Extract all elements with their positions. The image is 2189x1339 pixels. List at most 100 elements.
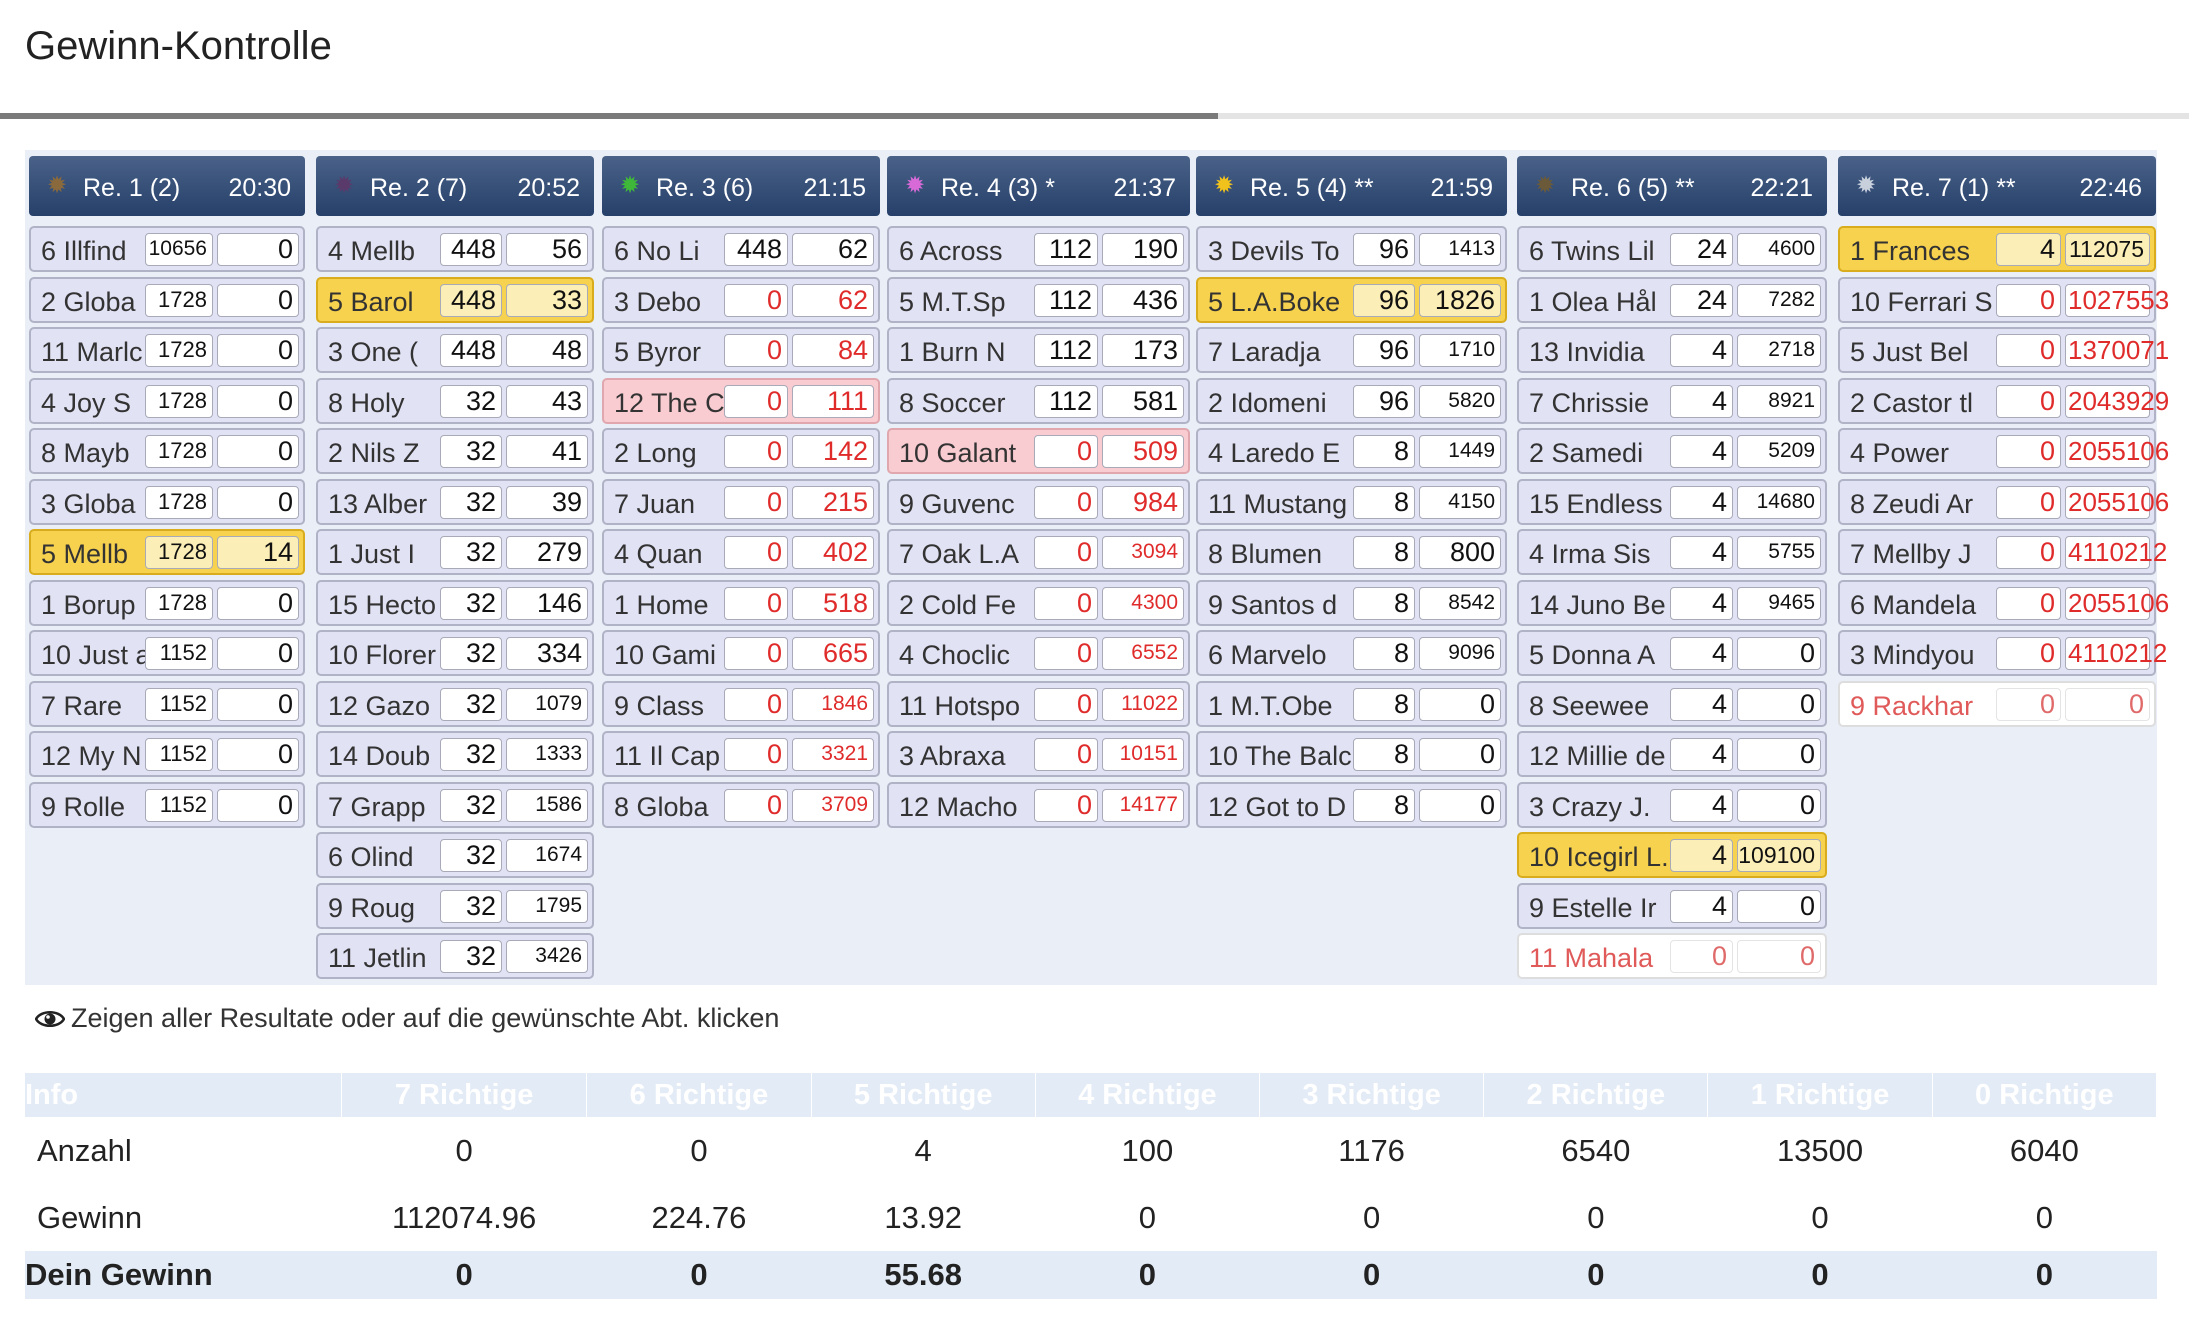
horse-row[interactable]: 10 The Balc 8 0: [1196, 731, 1507, 777]
horse-row[interactable]: 6 Twins Lil 24 4600: [1517, 226, 1827, 272]
horse-row[interactable]: 13 Alber 32 39: [316, 478, 594, 525]
horse-row[interactable]: 7 Rare 1152 0: [29, 680, 305, 727]
horse-row[interactable]: 3 Mindyou 0 4110212: [1838, 630, 2167, 676]
horse-row[interactable]: 11 Mahala 0 0: [1517, 933, 1827, 979]
horse-row[interactable]: 11 Jetlin 32 3426: [316, 933, 594, 979]
horse-row[interactable]: 12 My N 1152 0: [29, 731, 305, 777]
horse-row[interactable]: 5 Mellb 1728 14: [29, 529, 305, 575]
horse-row[interactable]: 4 Mellb 448 56: [316, 226, 594, 272]
horse-row[interactable]: 5 Byror 0 84: [602, 327, 880, 373]
horse-row[interactable]: 11 Hotspo 0 11022: [887, 680, 1190, 727]
horse-row[interactable]: 4 Choclic 0 6552: [887, 630, 1190, 676]
horse-row[interactable]: 6 No Li 448 62: [602, 226, 880, 272]
show-all-results-hint[interactable]: Zeigen aller Resultate oder auf die gewü…: [34, 1003, 779, 1034]
race-header-tab[interactable]: ✹ Re. 7 (1) ** 22:46: [1838, 156, 2156, 216]
horse-row[interactable]: 6 Olind 32 1674: [316, 832, 594, 878]
horse-row[interactable]: 6 Across 112 190: [887, 226, 1190, 272]
horse-odds-value: 2718: [1737, 334, 1821, 367]
horse-row[interactable]: 3 Devils To 96 1413: [1196, 226, 1507, 272]
horse-row[interactable]: 8 Soccer 112 581: [887, 377, 1190, 424]
horse-row[interactable]: 6 Illfind 10656 0: [29, 226, 305, 272]
horse-row[interactable]: 10 Gami 0 665: [602, 630, 880, 676]
horse-row[interactable]: 10 Galant 0 509: [887, 428, 1190, 474]
horse-row[interactable]: 2 Idomeni 96 5820: [1196, 377, 1507, 424]
horse-row[interactable]: 7 Mellby J 0 4110212: [1838, 529, 2167, 575]
horse-row[interactable]: 8 Holy 32 43: [316, 377, 594, 424]
horse-row[interactable]: 5 Just Bel 0 1370071: [1838, 327, 2169, 373]
horse-row[interactable]: 6 Marvelo 8 9096: [1196, 630, 1507, 676]
horse-row[interactable]: 1 Frances 4 112075: [1838, 226, 2156, 272]
horse-row[interactable]: 7 Oak L.A 0 3094: [887, 529, 1190, 575]
horse-row[interactable]: 1 Just I 32 279: [316, 529, 594, 575]
horse-odds-value: 0: [1419, 788, 1501, 822]
horse-row[interactable]: 9 Roug 32 1795: [316, 882, 594, 929]
horse-row[interactable]: 3 Crazy J. 4 0: [1517, 781, 1827, 828]
horse-row[interactable]: 1 Borup 1728 0: [29, 579, 305, 626]
horse-row[interactable]: 8 Globa 0 3709: [602, 781, 880, 828]
horse-row[interactable]: 7 Laradja 96 1710: [1196, 327, 1507, 373]
horse-row[interactable]: 12 Macho 0 14177: [887, 781, 1190, 828]
race-header-tab[interactable]: ✹ Re. 1 (2) 20:30: [29, 156, 305, 216]
horse-row[interactable]: 5 Donna A 40: [1517, 630, 1827, 676]
horse-row[interactable]: 7 Grapp 32 1586: [316, 781, 594, 828]
horse-row[interactable]: 3 One (448 48: [316, 327, 594, 373]
horse-row[interactable]: 4 Joy S 1728 0: [29, 377, 305, 424]
horse-row[interactable]: 9 Guvenc 0 984: [887, 478, 1190, 525]
horse-row[interactable]: 12 Got to D80: [1196, 781, 1507, 828]
horse-row[interactable]: 15 Endless 4 14680: [1517, 478, 1827, 525]
horse-row[interactable]: 2 Nils Z 32 41: [316, 428, 594, 474]
horse-row[interactable]: 9 Class 0 1846: [602, 680, 880, 727]
horse-row[interactable]: 10 Icegirl L. 4 109100: [1517, 832, 1827, 878]
horse-row[interactable]: 10 Ferrari S 0 1027553: [1838, 276, 2169, 323]
horse-row[interactable]: 2 Cold Fe 0 4300: [887, 579, 1190, 626]
horse-row[interactable]: 12 The C 0 111: [602, 377, 880, 424]
horse-row[interactable]: 11 Marlc 1728 0: [29, 327, 305, 373]
horse-row[interactable]: 8 Seewee 4 0: [1517, 680, 1827, 727]
horse-row[interactable]: 2 Samedi 4 5209: [1517, 428, 1827, 474]
horse-row[interactable]: 9 Rackhar 0 0: [1838, 680, 2156, 727]
horse-row[interactable]: 5 Barol 448 33: [316, 276, 594, 323]
horse-row[interactable]: 5 L.A.Boke 96 1826: [1196, 276, 1507, 323]
horse-row[interactable]: 9 Rolle 1152 0: [29, 781, 305, 828]
horse-row[interactable]: 8 Mayb 1728 0: [29, 428, 305, 474]
horse-row[interactable]: 12 Gazo 32 1079: [316, 680, 594, 727]
horse-row[interactable]: 14 Juno Be 4 9465: [1517, 579, 1827, 626]
horse-row[interactable]: 3 Debo 0 62: [602, 276, 880, 323]
horse-row[interactable]: 5 M.T.Sp 112 436: [887, 276, 1190, 323]
horse-row[interactable]: 10 Just a 1152 0: [29, 630, 305, 676]
horse-combination-count: 0: [1996, 384, 2061, 418]
horse-row[interactable]: 3 Abraxa 0 10151: [887, 731, 1190, 777]
horse-row[interactable]: 2 Long 0 142: [602, 428, 880, 474]
race-header-tab[interactable]: ✹ Re. 2 (7) 20:52: [316, 156, 594, 216]
horse-row[interactable]: 1 Burn N 112 173: [887, 327, 1190, 373]
horse-row[interactable]: 4 Laredo E 8 1449: [1196, 428, 1507, 474]
horse-row[interactable]: 7 Chrissie 4 8921: [1517, 377, 1827, 424]
horse-row[interactable]: 9 Santos d 8 8542: [1196, 579, 1507, 626]
horse-row[interactable]: 12 Millie de 4 0: [1517, 731, 1827, 777]
horse-row[interactable]: 8 Zeudi Ar 0 2055106: [1838, 478, 2169, 525]
horse-row[interactable]: 4 Irma Sis 4 5755: [1517, 529, 1827, 575]
race-header-tab[interactable]: ✹ Re. 6 (5) ** 22:21: [1517, 156, 1827, 216]
horse-row[interactable]: 1 M.T.Obe 8 0: [1196, 680, 1507, 727]
horse-row[interactable]: 15 Hecto 32 146: [316, 579, 594, 626]
your-winnings-cell: 0: [1483, 1251, 1708, 1299]
horse-row[interactable]: 8 Blumen 8 800: [1196, 529, 1507, 575]
horse-row[interactable]: 13 Invidia 4 2718: [1517, 327, 1827, 373]
horse-row[interactable]: 1 Home 0 518: [602, 579, 880, 626]
horse-row[interactable]: 3 Globa 1728 0: [29, 478, 305, 525]
horse-row[interactable]: 4 Quan 0 402: [602, 529, 880, 575]
horse-row[interactable]: 4 Power 0 2055106: [1838, 428, 2169, 474]
horse-row[interactable]: 1 Olea Hål 24 7282: [1517, 276, 1827, 323]
race-header-tab[interactable]: ✹ Re. 4 (3) * 21:37: [887, 156, 1190, 216]
horse-row[interactable]: 7 Juan 0 215: [602, 478, 880, 525]
horse-row[interactable]: 11 Il Cap 0 3321: [602, 731, 880, 777]
horse-row[interactable]: 11 Mustang 8 4150: [1196, 478, 1507, 525]
horse-row[interactable]: 9 Estelle Ir 4 0: [1517, 882, 1827, 929]
horse-row[interactable]: 2 Castor tl 0 2043929: [1838, 377, 2169, 424]
horse-row[interactable]: 10 Florer 32 334: [316, 630, 594, 676]
horse-row[interactable]: 2 Globa 1728 0: [29, 276, 305, 323]
race-header-tab[interactable]: ✹ Re. 3 (6) 21:15: [602, 156, 880, 216]
horse-row[interactable]: 6 Mandela 0 2055106: [1838, 579, 2169, 626]
race-header-tab[interactable]: ✹ Re. 5 (4) ** 21:59: [1196, 156, 1507, 216]
horse-row[interactable]: 14 Doub 32 1333: [316, 731, 594, 777]
